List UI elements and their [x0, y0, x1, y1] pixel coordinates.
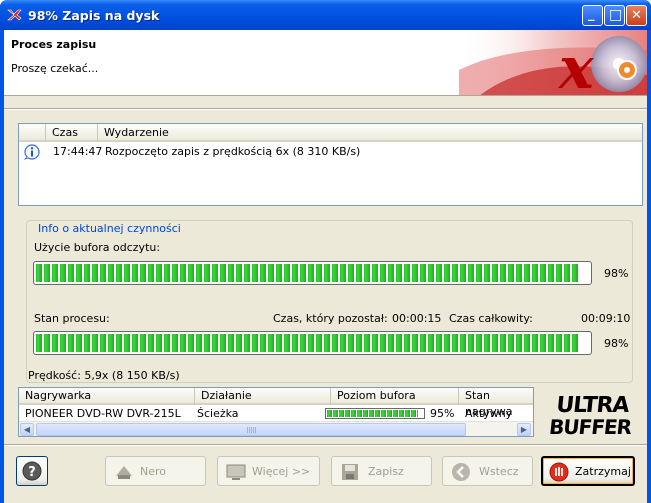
- process-percent: 98%: [604, 337, 629, 350]
- scroll-left-icon[interactable]: ◀: [20, 423, 34, 436]
- process-progress: [33, 331, 592, 355]
- drive-state: Aktywny: [465, 407, 513, 420]
- log-time: 17:44:47: [53, 145, 103, 158]
- stop-button-label: Zatrzymaj: [575, 465, 631, 478]
- minimize-icon: _: [588, 7, 595, 22]
- stop-button[interactable]: Zatrzymaj: [541, 456, 635, 486]
- activity-group-label: Info o aktualnej czynności: [35, 222, 184, 235]
- table-row[interactable]: PIONEER DVD-RW DVR-215L Ścieżka 95% Akty…: [19, 406, 533, 421]
- drive-action: Ścieżka: [197, 407, 239, 420]
- scroll-thumb[interactable]: [36, 423, 466, 436]
- nero-button[interactable]: Nero: [105, 456, 206, 486]
- header-subtitle: Proszę czekać...: [11, 62, 99, 75]
- drive-list-header: Nagrywarka Działanie Poziom bufora Stan …: [19, 388, 533, 418]
- help-icon: ?: [22, 461, 42, 481]
- horizontal-scrollbar[interactable]: ◀ ▶: [19, 421, 533, 436]
- nero-app-icon: [7, 9, 22, 21]
- title-bar[interactable]: 98% Zapis na dysk _ □ ✕: [0, 0, 651, 30]
- nero-button-label: Nero: [140, 465, 167, 478]
- maximize-icon: □: [609, 7, 623, 23]
- svg-text:?: ?: [28, 465, 36, 480]
- window-title: 98% Zapis na dysk: [28, 8, 160, 23]
- drive-buffer-fill: [327, 410, 419, 417]
- help-button[interactable]: ?: [16, 456, 48, 486]
- maximize-button[interactable]: □: [604, 5, 625, 26]
- dialog-client: Proces zapisu Proszę czekać... x Czas Wy…: [4, 30, 647, 503]
- list-item[interactable]: 17:44:47 Rozpoczęto zapis z prędkością 6…: [19, 143, 642, 161]
- time-total-label: Czas całkowity:: [449, 312, 533, 325]
- separator: [4, 108, 647, 110]
- save-button[interactable]: Zapisz: [331, 456, 432, 486]
- nero-x-logo: x: [459, 30, 647, 96]
- time-remaining-value: 00:00:15: [392, 312, 442, 325]
- column-recorder-state[interactable]: Stan nagrywa: [459, 388, 533, 418]
- header-title: Proces zapisu: [11, 38, 97, 51]
- event-log-list[interactable]: Czas Wydarzenie 17:44:47 Rozpoczęto zapi…: [18, 123, 643, 206]
- speed-text: Prędkość: 5,9x (8 150 KB/s): [28, 369, 180, 382]
- back-button-label: Wstecz: [479, 465, 519, 478]
- ultra-buffer-logo: ULTRA BUFFER: [548, 393, 634, 439]
- close-button[interactable]: ✕: [626, 5, 647, 26]
- stop-icon: [549, 462, 569, 482]
- log-event: Rozpoczęto zapis z prędkością 6x (8 310 …: [105, 145, 361, 158]
- drive-status-list[interactable]: Nagrywarka Działanie Poziom bufora Stan …: [18, 387, 534, 437]
- column-icon[interactable]: [19, 124, 46, 142]
- buffer-usage-fill: [36, 264, 578, 282]
- drive-buffer-percent: 95%: [430, 407, 455, 420]
- svg-text:BUFFER: BUFFER: [548, 415, 634, 439]
- column-event[interactable]: Wydarzenie: [98, 124, 642, 142]
- buffer-usage-percent: 98%: [604, 267, 629, 280]
- save-button-label: Zapisz: [368, 465, 404, 478]
- scroll-right-icon[interactable]: ▶: [517, 423, 531, 436]
- buffer-usage-label: Użycie bufora odczytu:: [34, 241, 161, 254]
- time-total-value: 00:09:10: [581, 312, 631, 325]
- more-button[interactable]: Więcej >>: [217, 456, 320, 486]
- info-icon: [24, 144, 40, 160]
- header-panel: Proces zapisu Proszę czekać... x: [4, 30, 647, 96]
- column-buffer-level[interactable]: Poziom bufora: [331, 388, 459, 405]
- close-icon: ✕: [631, 8, 642, 23]
- column-recorder[interactable]: Nagrywarka: [19, 388, 195, 405]
- bottom-separator: [4, 444, 647, 446]
- drive-recorder: PIONEER DVD-RW DVR-215L: [25, 407, 181, 420]
- more-button-label: Więcej >>: [252, 465, 311, 478]
- back-arrow-icon: [452, 463, 470, 481]
- time-remaining-label: Czas, który pozostał:: [273, 312, 388, 325]
- svg-text:x: x: [557, 34, 595, 96]
- back-button[interactable]: Wstecz: [442, 456, 533, 486]
- buffer-usage-progress: [33, 261, 592, 285]
- drive-buffer-progress: [325, 408, 425, 419]
- process-fill: [36, 334, 578, 352]
- minimize-button[interactable]: _: [582, 5, 603, 26]
- process-state-label: Stan procesu:: [34, 312, 110, 325]
- column-action[interactable]: Działanie: [195, 388, 331, 405]
- monitor-icon: [226, 464, 246, 480]
- app-window: 98% Zapis na dysk _ □ ✕ Proces zapisu Pr…: [0, 0, 651, 503]
- floppy-disk-icon: [342, 464, 358, 480]
- log-header: Czas Wydarzenie: [19, 124, 642, 142]
- nero-icon: [116, 466, 132, 479]
- column-time[interactable]: Czas: [46, 124, 98, 142]
